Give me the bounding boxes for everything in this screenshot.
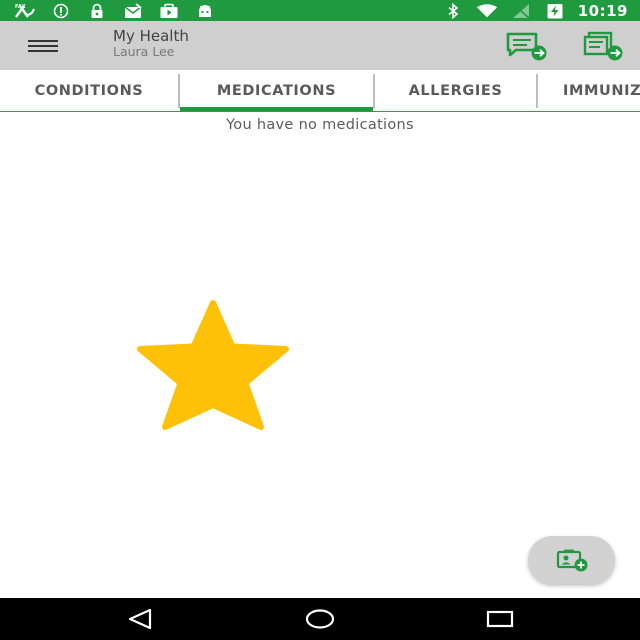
- add-record-button[interactable]: [528, 536, 615, 584]
- navigation-bar: [0, 598, 640, 640]
- wifi-icon: [476, 3, 498, 19]
- mail-icon: [122, 2, 144, 19]
- nav-home-button[interactable]: [300, 606, 340, 632]
- empty-state-message: You have no medications: [226, 117, 414, 133]
- send-message-icon: [506, 32, 547, 61]
- play-store-icon: [158, 3, 180, 19]
- svg-text:FAX: FAX: [15, 4, 26, 10]
- screen: FAX 10:19 My Health Laura Lee CONDITIONS…: [0, 0, 640, 640]
- patient-name: Laura Lee: [113, 44, 175, 59]
- send-message-button[interactable]: [504, 29, 548, 63]
- nav-recents-button[interactable]: [480, 606, 520, 632]
- battery-charging-icon: [544, 3, 566, 19]
- tab-bar: CONDITIONS MEDICATIONS ALLERGIES IMMUNIZ…: [0, 70, 640, 112]
- tab-medications[interactable]: MEDICATIONS: [180, 70, 373, 111]
- star-icon: [137, 300, 289, 430]
- home-icon: [305, 609, 335, 629]
- bluetooth-icon: [442, 2, 464, 19]
- info-icon: [50, 3, 72, 19]
- lock-icon: [86, 3, 108, 19]
- app-bar: My Health Laura Lee: [0, 21, 640, 70]
- add-record-icon: [556, 549, 587, 572]
- fax-icon: FAX: [14, 3, 36, 19]
- page-title: My Health: [113, 27, 189, 45]
- tab-allergies[interactable]: ALLERGIES: [375, 70, 536, 111]
- android-debug-icon: [194, 3, 216, 19]
- back-icon: [128, 608, 152, 630]
- status-clock: 10:19: [577, 1, 628, 20]
- tab-immunizations[interactable]: IMMUNIZATIONS: [538, 70, 640, 111]
- status-system-icons: 10:19: [442, 0, 628, 21]
- signal-off-icon: [510, 3, 532, 19]
- hamburger-menu-icon: [28, 40, 58, 52]
- menu-button[interactable]: [26, 34, 60, 58]
- send-record-icon: [583, 31, 623, 61]
- send-record-button[interactable]: [580, 29, 624, 63]
- recents-icon: [486, 610, 514, 628]
- status-notification-icons: FAX: [14, 0, 216, 21]
- tab-conditions[interactable]: CONDITIONS: [0, 70, 178, 111]
- nav-back-button[interactable]: [120, 606, 160, 632]
- tab-selected-indicator: [180, 107, 373, 111]
- status-bar: FAX 10:19: [0, 0, 640, 21]
